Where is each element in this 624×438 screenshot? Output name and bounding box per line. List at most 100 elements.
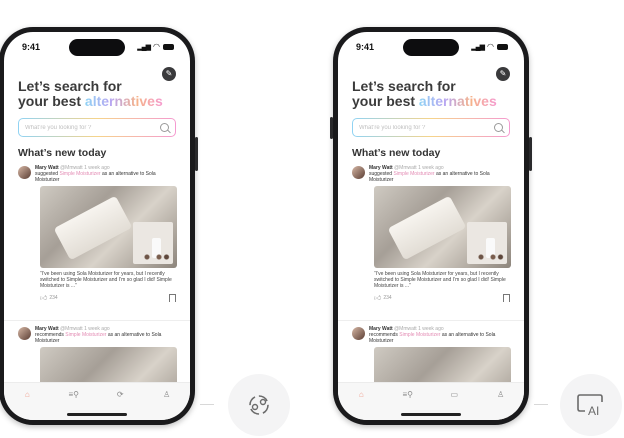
search-list-icon: ≡⚲ [68, 390, 80, 399]
swap-feature-badge [228, 374, 290, 436]
post-header: Mary Watt @Mmwatt 1 week ago suggested S… [352, 165, 510, 183]
decor-pebbles [141, 254, 171, 260]
feed-post[interactable]: Mary Watt @Mmwatt 1 week ago suggested S… [352, 165, 511, 302]
avatar[interactable] [18, 166, 31, 179]
post-product-link[interactable]: Simple Moisturizer [59, 171, 100, 177]
phone-right: 9:41 ▂▄▆ ◠ ✎ Let’s search for your best … [330, 27, 532, 425]
tab-ai-chat[interactable]: ▭ [444, 390, 464, 399]
post-actions: 👍︎ 234 [374, 293, 510, 302]
battery-icon [163, 43, 174, 50]
power-button [195, 137, 198, 171]
home-icon: ⌂ [24, 390, 30, 399]
tab-search-list[interactable]: ≡⚲ [398, 390, 418, 399]
battery-icon [497, 43, 508, 50]
post-meta: Mary Watt @Mmwatt 1 week ago suggested S… [369, 165, 510, 183]
feed-post[interactable]: Mary Watt @Mmwatt 1 week ago suggested S… [18, 165, 177, 303]
bookmark-icon[interactable] [503, 293, 510, 302]
post-header: Mary Watt @Mmwatt 1 week ago recommends … [352, 326, 510, 344]
wifi-icon: ◠ [487, 42, 494, 51]
post-connector: as an alternative to [441, 332, 485, 338]
search-field [19, 119, 175, 136]
headline-line2: your best alternatives [18, 94, 163, 109]
tab-swap[interactable]: ⟳ [110, 390, 130, 399]
headline-prefix: your best [352, 93, 419, 109]
home-icon: ⌂ [358, 390, 364, 399]
headline-prefix: your best [18, 93, 85, 109]
section-title: What’s new today [352, 147, 441, 159]
home-indicator [401, 413, 461, 416]
likes[interactable]: 👍︎ 234 [374, 293, 392, 303]
post-connector: as an alternative to [107, 332, 151, 338]
search-field [353, 119, 509, 136]
post-product-link[interactable]: Simple Moisturizer [399, 332, 440, 338]
post-meta: Mary Watt @Mmwatt 1 week ago recommends … [369, 326, 510, 344]
volume-button [330, 117, 333, 139]
connector-line [534, 404, 548, 405]
headline-line1: Let’s search for [18, 78, 122, 94]
status-icons: ▂▄▆ ◠ [137, 42, 174, 51]
status-time: 9:41 [22, 42, 41, 52]
page-title: Let’s search for your best alternatives [18, 79, 163, 109]
tab-search-list[interactable]: ≡⚲ [64, 390, 84, 399]
tab-home[interactable]: ⌂ [17, 390, 37, 399]
wifi-icon: ◠ [153, 42, 160, 51]
like-count: 234 [49, 294, 58, 301]
swap-icon [249, 395, 269, 415]
post-meta: Mary Watt @Mmwatt 1 week ago suggested S… [35, 165, 176, 183]
thumbs-up-icon[interactable]: 👍︎ [40, 293, 47, 302]
post-product-link[interactable]: Simple Moisturizer [65, 332, 106, 338]
status-time: 9:41 [356, 42, 375, 52]
tab-profile[interactable]: ♙ [491, 390, 511, 399]
avatar[interactable] [352, 327, 365, 340]
signal-icon: ▂▄▆ [471, 43, 485, 51]
profile-icon: ♙ [497, 390, 505, 399]
post-image[interactable] [374, 186, 511, 268]
avatar[interactable] [18, 327, 31, 340]
signal-icon: ▂▄▆ [137, 43, 151, 51]
screen: 9:41 ▂▄▆ ◠ ✎ Let’s search for your best … [338, 32, 524, 420]
connector-line [200, 404, 214, 405]
compose-icon[interactable]: ✎ [496, 67, 510, 81]
post-header: Mary Watt @Mmwatt 1 week ago recommends … [18, 326, 176, 344]
product-tube [53, 195, 133, 261]
status-icons: ▂▄▆ ◠ [471, 42, 508, 51]
headline-line1: Let’s search for [352, 78, 456, 94]
bookmark-icon[interactable] [169, 293, 176, 302]
headline-accent: alternatives [84, 93, 163, 109]
likes[interactable]: 👍︎ 234 [40, 293, 58, 303]
search-list-icon: ≡⚲ [402, 390, 414, 399]
product-tube [387, 195, 467, 261]
post-divider [4, 320, 190, 321]
screen: 9:41 ▂▄▆ ◠ ✎ Let’s search for your best … [4, 32, 190, 420]
post-product-link[interactable]: Simple Moisturizer [393, 171, 434, 177]
search-input[interactable] [25, 124, 160, 131]
post-quote: “I’ve been using Sola Moisturizer for ye… [374, 271, 506, 289]
headline-accent: alternatives [418, 93, 497, 109]
page-title: Let’s search for your best alternatives [352, 79, 497, 109]
like-count: 234 [383, 294, 392, 301]
ai-chat-icon: ▭ [450, 390, 459, 399]
decor-pebbles [475, 254, 505, 260]
ai-feature-badge: AI [560, 374, 622, 436]
compose-icon[interactable]: ✎ [162, 67, 176, 81]
tab-home[interactable]: ⌂ [351, 390, 371, 399]
power-button [529, 137, 532, 171]
post-image[interactable] [40, 186, 177, 268]
search-bar [18, 118, 176, 137]
ai-label: AI [588, 404, 599, 418]
post-connector: as an alternative to [435, 171, 479, 177]
dynamic-island [403, 39, 459, 56]
thumbs-up-icon[interactable]: 👍︎ [374, 293, 381, 302]
tab-profile[interactable]: ♙ [157, 390, 177, 399]
dynamic-island [69, 39, 125, 56]
search-icon[interactable] [160, 123, 169, 132]
swap-icon: ⟳ [116, 390, 124, 399]
search-input[interactable] [359, 124, 494, 131]
post-divider [338, 320, 524, 321]
section-title: What’s new today [18, 147, 107, 159]
search-bar [352, 118, 510, 137]
home-indicator [67, 413, 127, 416]
post-connector: as an alternative to [101, 171, 145, 177]
avatar[interactable] [352, 166, 365, 179]
search-icon[interactable] [494, 123, 503, 132]
